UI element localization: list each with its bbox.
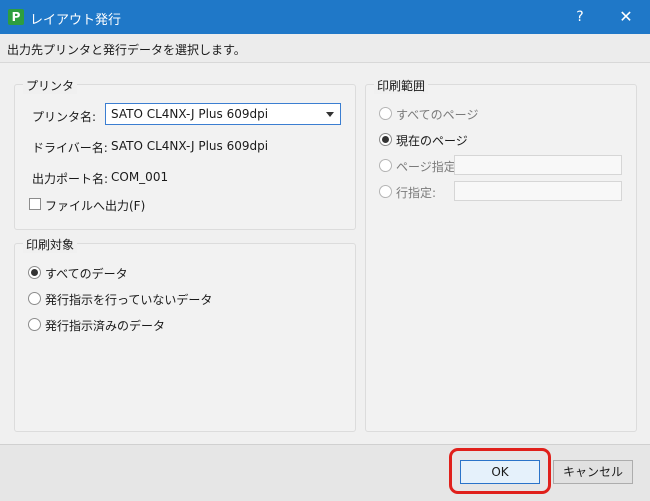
print-target-group-title: 印刷対象	[23, 236, 78, 253]
target-not-issued-label[interactable]: 発行指示を行っていないデータ	[45, 291, 212, 308]
printer-select[interactable]: SATO CL4NX-J Plus 609dpi	[105, 103, 341, 125]
instruction-bar: 出力先プリンタと発行データを選択します。	[0, 34, 650, 63]
window-title: レイアウト発行	[30, 13, 122, 28]
target-not-issued-radio[interactable]	[28, 292, 41, 305]
range-page-spec-label[interactable]: ページ指定:	[396, 158, 460, 175]
printer-select-value: SATO CL4NX-J Plus 609dpi	[111, 107, 269, 121]
output-port-value: COM_001	[111, 170, 169, 184]
driver-name-value: SATO CL4NX-J Plus 609dpi	[111, 139, 269, 153]
file-output-checkbox[interactable]	[29, 198, 41, 210]
range-all-pages-radio[interactable]	[379, 107, 392, 120]
help-icon[interactable]: ?	[566, 6, 594, 28]
range-row-spec-label[interactable]: 行指定:	[396, 184, 436, 201]
printer-group-title: プリンタ	[23, 77, 78, 94]
page-spec-input[interactable]	[454, 155, 622, 175]
target-issued-label[interactable]: 発行指示済みのデータ	[45, 317, 165, 334]
range-current-page-radio[interactable]	[379, 133, 392, 146]
ok-highlight-annotation	[449, 448, 551, 494]
row-spec-input[interactable]	[454, 181, 622, 201]
range-current-page-label[interactable]: 現在のページ	[396, 132, 468, 149]
target-all-radio[interactable]	[28, 266, 41, 279]
range-page-spec-radio[interactable]	[379, 159, 392, 172]
printer-name-label: プリンタ名:	[32, 110, 97, 124]
chevron-down-icon	[326, 112, 334, 117]
range-row-spec-radio[interactable]	[379, 185, 392, 198]
range-all-pages-label[interactable]: すべてのページ	[396, 106, 478, 123]
print-range-group-title: 印刷範囲	[374, 77, 429, 94]
target-issued-radio[interactable]	[28, 318, 41, 331]
instruction-text: 出力先プリンタと発行データを選択します。	[7, 43, 246, 57]
file-output-label[interactable]: ファイルへ出力(F)	[45, 197, 145, 214]
close-icon[interactable]: ✕	[612, 6, 640, 28]
cancel-button[interactable]: キャンセル	[553, 460, 633, 484]
target-all-label[interactable]: すべてのデータ	[45, 265, 128, 282]
output-port-label: 出力ポート名:	[32, 172, 109, 186]
app-icon: P	[8, 9, 24, 25]
driver-name-label: ドライバー名:	[32, 141, 108, 155]
title-bar: P レイアウト発行 ? ✕	[0, 0, 650, 34]
